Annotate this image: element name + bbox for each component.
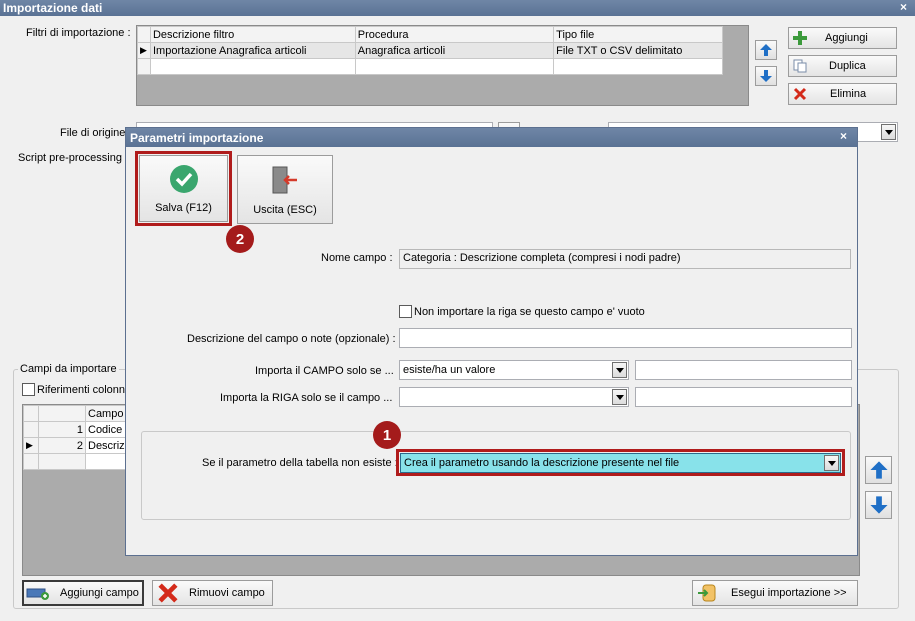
import-row-value-input[interactable] [635,387,852,407]
add-field-icon [26,588,49,600]
field-name-label: Nome campo : [321,252,393,264]
save-button[interactable]: Salva (F12) [139,155,228,222]
skip-empty-checkbox[interactable]: Non importare la riga se questo campo e'… [399,305,645,318]
delete-filter-button[interactable]: Elimina [788,83,897,105]
table-row[interactable] [23,453,128,470]
table-cell[interactable]: File TXT o CSV delimitato [553,42,723,59]
col-header-field[interactable]: Campo [85,405,128,422]
filters-grid[interactable]: Descrizione filtro Procedura Tipo file ▶… [136,25,749,106]
table-cell[interactable]: Anagrafica articoli [354,42,555,59]
chevron-down-icon[interactable] [881,124,896,140]
param-missing-select[interactable]: Crea il parametro usando la descrizione … [400,453,841,473]
delete-icon [793,87,807,101]
add-filter-button[interactable]: Aggiungi [788,27,897,49]
window-title-bar: Importazione dati [0,0,915,16]
script-label: Script pre-processing : [18,152,129,164]
field-name-value: Categoria : Descrizione completa (compre… [399,249,851,269]
exit-button[interactable]: Uscita (ESC) [237,155,333,224]
col-header-description[interactable]: Descrizione filtro [149,26,356,43]
table-row[interactable]: 1 Codice [23,421,128,438]
import-field-value-input[interactable] [635,360,852,380]
exit-door-icon [272,166,297,193]
plus-icon [793,31,807,45]
window-close-icon[interactable]: × [900,0,907,14]
step-badge-2: 2 [226,225,254,253]
step-badge-1: 1 [373,421,401,449]
import-params-dialog: Parametri importazione × Salva (F12) 2 U… [125,127,858,556]
ref-columns-checkbox[interactable]: Riferimenti colonne [22,383,131,396]
param-missing-label: Se il parametro della tabella non esiste… [202,457,398,469]
table-row[interactable]: ▶ Importazione Anagrafica articoli Anagr… [137,42,723,59]
import-field-label: Importa il CAMPO solo se ... [255,365,394,377]
field-move-down-button[interactable] [865,491,892,519]
dialog-title: Parametri importazione [130,131,264,145]
run-import-button[interactable]: Esegui importazione >> [692,580,858,606]
import-icon [698,584,716,602]
copy-icon [793,59,807,73]
table-row[interactable]: ▶ 2 Descriz [23,437,128,454]
chevron-down-icon[interactable] [612,389,627,405]
dialog-title-bar: Parametri importazione [126,128,857,147]
checkbox[interactable] [22,383,35,396]
import-row-label: Importa la RIGA solo se il campo ... [220,392,393,404]
duplicate-filter-button[interactable]: Duplica [788,55,897,77]
remove-field-button[interactable]: Rimuovi campo [152,580,273,606]
import-field-select[interactable]: esiste/ha un valore [399,360,629,380]
description-input[interactable] [399,328,852,348]
check-circle-icon [169,164,198,193]
chevron-down-icon[interactable] [612,362,627,378]
field-move-up-button[interactable] [865,456,892,484]
arrow-up-icon [869,461,888,479]
filters-label: Filtri di importazione : [26,27,131,39]
col-header-file-type[interactable]: Tipo file [553,26,723,43]
arrow-down-icon [869,496,888,514]
dialog-close-icon[interactable]: × [840,129,847,143]
import-row-select[interactable] [399,387,629,407]
col-header-procedure[interactable]: Procedura [354,26,555,43]
description-label: Descrizione del campo o note (opzionale)… [187,333,396,345]
arrow-up-icon [760,44,772,56]
checkbox[interactable] [399,305,412,318]
fields-legend: Campi da importare [18,363,119,375]
file-origin-label: File di origine [60,127,126,139]
table-row[interactable] [137,58,723,75]
move-down-button[interactable] [755,66,777,86]
window-title: Importazione dati [3,1,103,15]
arrow-down-icon [760,70,772,82]
table-cell[interactable]: Importazione Anagrafica articoli [149,42,356,59]
delete-icon [158,583,178,603]
row-marker: ▶ [137,42,151,59]
chevron-down-icon[interactable] [824,455,839,471]
move-up-button[interactable] [755,40,777,60]
add-field-button[interactable]: Aggiungi campo [22,580,144,606]
